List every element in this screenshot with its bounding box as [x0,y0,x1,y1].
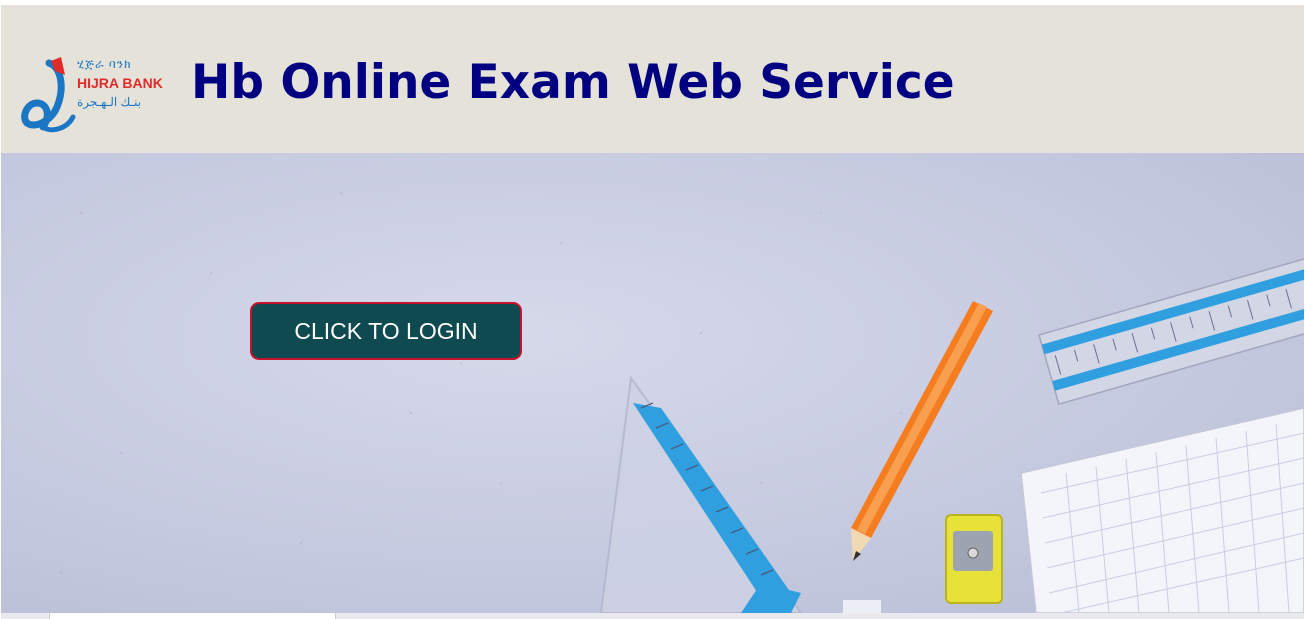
hijra-bank-logo: ሂጅራ ባንክ HIJRA BANK بنـك الـهـجرة [21,57,163,133]
texture-dots [59,191,902,575]
graph-paper-icon [1020,407,1304,613]
logo-mark-icon [21,57,76,133]
sharpener-icon [945,514,1003,604]
logo-name-text: HIJRA BANK [77,75,163,91]
page-title: Hb Online Exam Web Service [191,55,955,110]
hero-banner: CLICK TO LOGIN [1,153,1304,613]
set-square-icon [599,375,803,613]
bottom-tab [49,613,336,619]
page: ሂጅራ ባንክ HIJRA BANK بنـك الـهـجرة Hb Onli… [0,0,1305,619]
ruler-icon [1038,251,1304,406]
stationery-background-image [59,191,1304,613]
logo-amharic-text: ሂጅራ ባንክ [77,57,132,71]
header: ሂጅራ ባንክ HIJRA BANK بنـك الـهـجرة Hb Onli… [1,5,1304,153]
eraser-icon [843,600,881,613]
login-button[interactable]: CLICK TO LOGIN [250,302,522,360]
logo-arabic-text: بنـك الـهـجرة [77,95,142,109]
